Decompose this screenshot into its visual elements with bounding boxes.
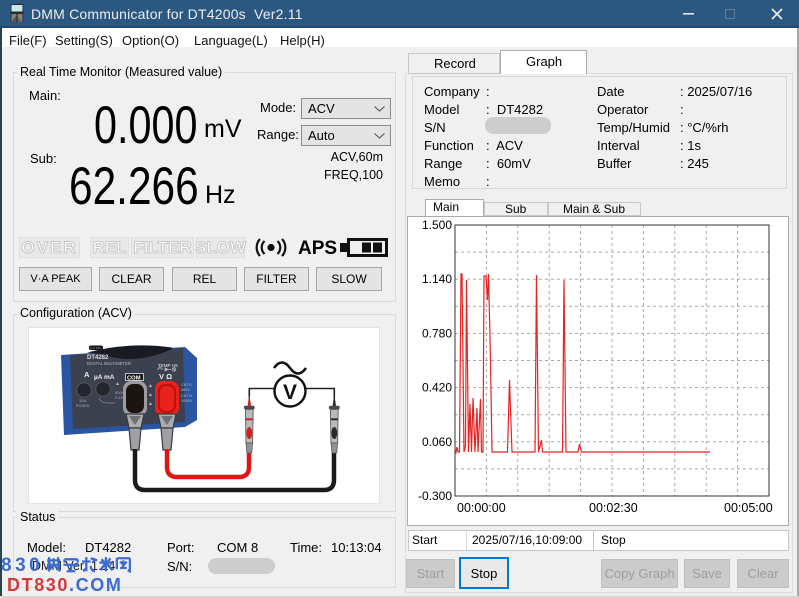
svg-text:00:02:30: 00:02:30 [589,501,638,515]
svg-text:300V: 300V [181,388,190,392]
svg-text:V Ω: V Ω [159,372,172,381]
svg-text:▲: ▲ [148,383,153,389]
svg-text:▲: ▲ [148,392,153,398]
svg-text:DIGITAL MULTIMETER: DIGITAL MULTIMETER [87,361,131,366]
svg-text:00:00:00: 00:00:00 [457,501,506,515]
svg-text:-0.300: -0.300 [418,489,452,503]
svg-text:▲: ▲ [148,401,153,407]
svg-text:FUSED: FUSED [76,403,90,408]
svg-text:µA mA: µA mA [94,374,115,381]
svg-text:1.500: 1.500 [422,218,452,232]
svg-text:0.780: 0.780 [422,326,452,340]
svg-text:COM: COM [127,376,141,382]
svg-text:A: A [84,370,90,379]
svg-text:CAT II: CAT II [181,383,191,387]
svg-text:0.420: 0.420 [422,381,452,395]
svg-text:1.140: 1.140 [422,272,452,286]
svg-text:For Max: For Max [91,346,103,350]
svg-text:▲: ▲ [115,381,120,387]
svg-text:CAT III: CAT III [181,394,192,398]
svg-text:1000V: 1000V [181,399,192,403]
svg-text:V: V [283,381,297,404]
svg-text:0.060: 0.060 [422,435,452,449]
svg-text:00:05:00: 00:05:00 [724,501,773,515]
